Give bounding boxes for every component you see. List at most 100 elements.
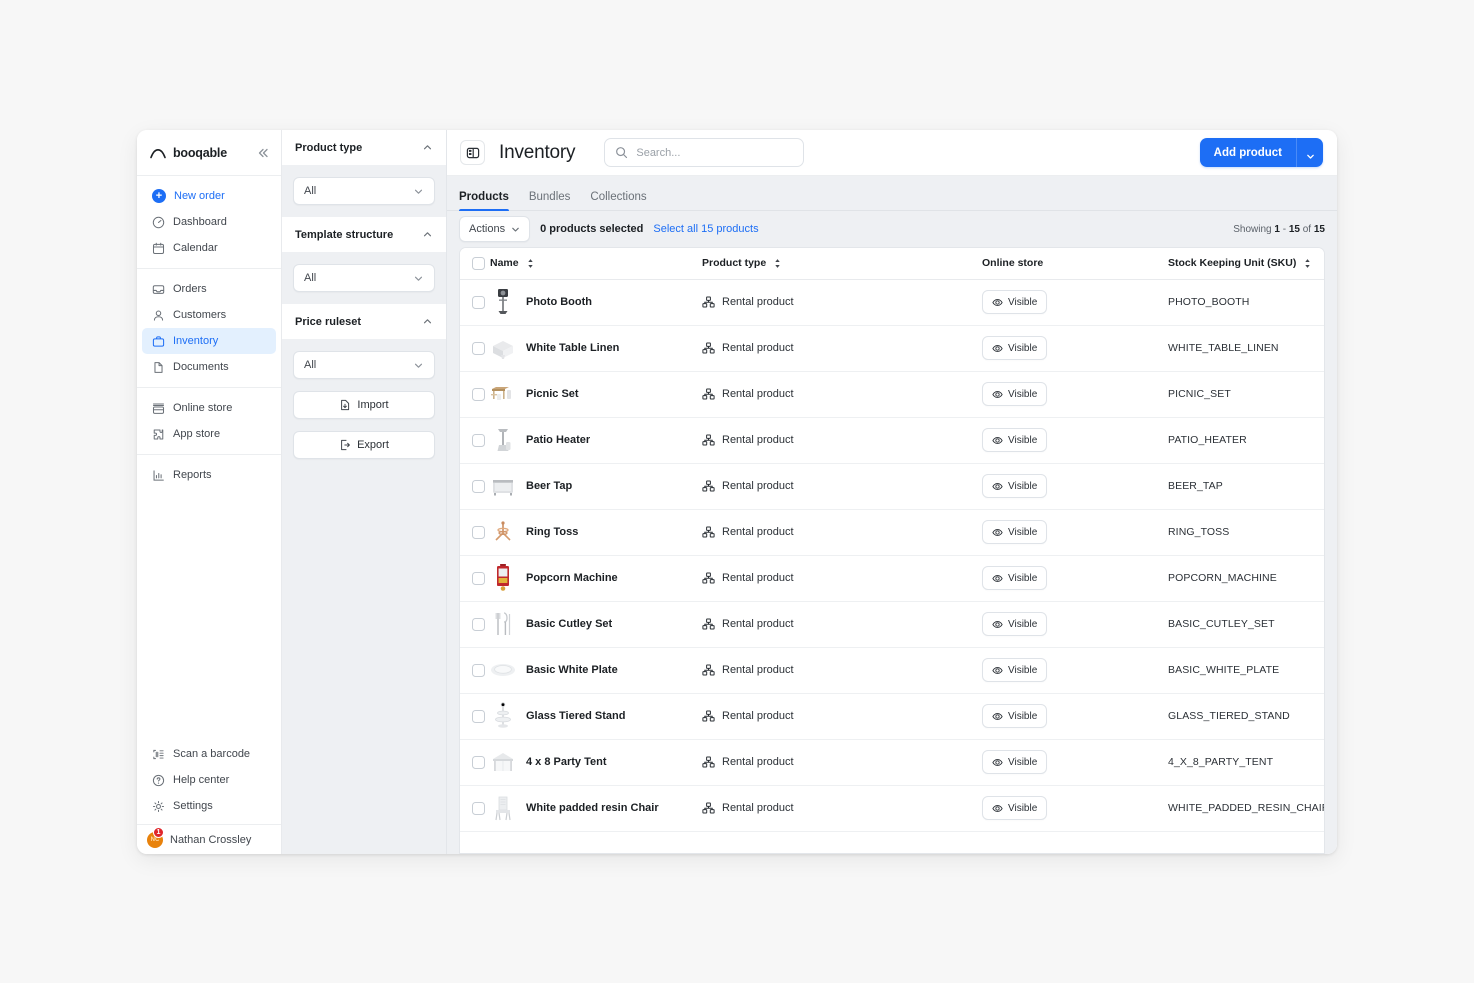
calendar-icon <box>152 242 165 255</box>
sidebar-item-label: Orders <box>173 283 207 295</box>
row-sku-cell: PHOTO_BOOTH <box>1168 279 1324 326</box>
sidebar-item-app-store[interactable]: App store <box>142 421 276 447</box>
sidebar-item-customers[interactable]: Customers <box>142 302 276 328</box>
table-row[interactable]: Patio Heater Rental product Visible PATIO_H… <box>460 417 1324 464</box>
visibility-badge[interactable]: Visible <box>982 796 1048 820</box>
search-box[interactable] <box>604 138 805 167</box>
row-product-type-cell: Rental product <box>702 279 982 326</box>
row-name-cell: Photo Booth <box>490 279 702 326</box>
import-button[interactable]: Import <box>293 391 435 419</box>
row-checkbox[interactable] <box>472 525 485 539</box>
tab-products[interactable]: Products <box>459 191 509 211</box>
sidebar-item-calendar[interactable]: Calendar <box>142 235 276 261</box>
panel-layout-icon[interactable] <box>460 140 485 165</box>
table-row[interactable]: Photo Booth Rental product Visible PHOTO_BO… <box>460 279 1324 326</box>
visibility-label: Visible <box>1008 296 1038 308</box>
visibility-badge[interactable]: Visible <box>982 428 1048 452</box>
row-checkbox[interactable] <box>472 801 485 815</box>
actions-button[interactable]: Actions <box>459 216 531 242</box>
sidebar-item-inventory[interactable]: Inventory <box>142 328 276 354</box>
sidebar-item-scan-barcode[interactable]: Scan a barcode <box>142 741 276 767</box>
row-online-store-cell: Visible <box>982 647 1168 694</box>
filter-header-product-type[interactable]: Product type <box>282 130 446 165</box>
select-value: All <box>304 185 317 197</box>
tab-collections[interactable]: Collections <box>590 191 646 210</box>
sidebar-item-label: Help center <box>173 774 230 786</box>
sidebar-item-new-order[interactable]: + New order <box>142 183 276 209</box>
row-select-cell <box>460 371 490 418</box>
visibility-label: Visible <box>1008 526 1038 538</box>
visibility-badge[interactable]: Visible <box>982 566 1048 590</box>
sidebar-item-label: Inventory <box>173 335 219 347</box>
row-checkbox[interactable] <box>472 709 485 723</box>
row-checkbox[interactable] <box>472 663 485 677</box>
row-checkbox[interactable] <box>472 433 485 447</box>
row-checkbox[interactable] <box>472 295 485 309</box>
visibility-badge[interactable]: Visible <box>982 750 1048 774</box>
product-type-select[interactable]: All <box>293 177 435 205</box>
product-name: Basic Cutley Set <box>526 618 613 630</box>
row-checkbox[interactable] <box>472 617 485 631</box>
price-ruleset-select[interactable]: All <box>293 351 435 379</box>
visibility-badge[interactable]: Visible <box>982 704 1048 728</box>
table-row[interactable]: Glass Tiered Stand Rental product Visible G… <box>460 693 1324 740</box>
row-checkbox[interactable] <box>472 341 485 355</box>
add-product-button[interactable]: Add product <box>1199 138 1297 167</box>
filter-header-template-structure[interactable]: Template structure <box>282 217 446 252</box>
sidebar-item-help-center[interactable]: Help center <box>142 767 276 793</box>
visibility-badge[interactable]: Visible <box>982 474 1048 498</box>
row-name-cell: Popcorn Machine <box>490 555 702 602</box>
table-row[interactable]: 4 x 8 Party Tent Rental product Visible 4_X… <box>460 739 1324 786</box>
sidebar-item-reports[interactable]: Reports <box>142 462 276 488</box>
row-name-cell: Beer Tap <box>490 463 702 510</box>
row-sku-cell: RING_TOSS <box>1168 509 1324 556</box>
visibility-badge[interactable]: Visible <box>982 290 1048 314</box>
table-row[interactable]: Beer Tap Rental product Visible BEER_TAP <box>460 463 1324 510</box>
barcode-scan-icon <box>152 748 165 761</box>
th-product-type[interactable]: Product type <box>702 248 982 280</box>
tab-bundles[interactable]: Bundles <box>529 191 571 210</box>
filter-header-price-ruleset[interactable]: Price ruleset <box>282 304 446 339</box>
row-checkbox[interactable] <box>472 755 485 769</box>
sidebar-item-orders[interactable]: Orders <box>142 276 276 302</box>
th-online-store: Online store <box>982 248 1168 280</box>
add-product-dropdown-button[interactable] <box>1297 138 1323 167</box>
table-row[interactable]: Basic Cutley Set Rental product Visible BAS… <box>460 601 1324 648</box>
visibility-badge[interactable]: Visible <box>982 612 1048 636</box>
table-row[interactable]: White Table Linen Rental product Visible WH… <box>460 325 1324 372</box>
select-all-checkbox[interactable] <box>472 256 485 270</box>
row-select-cell <box>460 785 490 832</box>
sidebar-item-documents[interactable]: Documents <box>142 354 276 380</box>
search-input[interactable] <box>636 146 794 159</box>
sidebar-item-dashboard[interactable]: Dashboard <box>142 209 276 235</box>
table-row[interactable]: Popcorn Machine Rental product Visible POPC… <box>460 555 1324 602</box>
template-structure-select[interactable]: All <box>293 264 435 292</box>
product-name: Basic White Plate <box>526 664 618 676</box>
row-product-type-cell: Rental product <box>702 693 982 740</box>
th-sku[interactable]: Stock Keeping Unit (SKU) <box>1168 248 1324 280</box>
table-row[interactable]: White padded resin Chair Rental product Vi… <box>460 785 1324 832</box>
storefront-icon <box>152 402 165 415</box>
chevrons-left-icon[interactable] <box>256 146 270 160</box>
th-name[interactable]: Name <box>490 248 702 280</box>
select-all-link[interactable]: Select all 15 products <box>653 223 758 235</box>
table-row[interactable]: Picnic Set Rental product Visible PICNIC_SE… <box>460 371 1324 418</box>
visibility-badge[interactable]: Visible <box>982 336 1048 360</box>
chevron-up-icon <box>422 142 433 153</box>
sidebar-item-online-store[interactable]: Online store <box>142 395 276 421</box>
visibility-badge[interactable]: Visible <box>982 658 1048 682</box>
sidebar-item-label: Dashboard <box>173 216 227 228</box>
row-checkbox[interactable] <box>472 571 485 585</box>
chevron-down-icon <box>413 360 424 371</box>
table-row[interactable]: Ring Toss Rental product Visible RING_TOSS <box>460 509 1324 556</box>
visibility-badge[interactable]: Visible <box>982 520 1048 544</box>
sidebar-user-row[interactable]: NC 1 Nathan Crossley <box>137 824 281 854</box>
export-button[interactable]: Export <box>293 431 435 459</box>
visibility-badge[interactable]: Visible <box>982 382 1048 406</box>
row-checkbox[interactable] <box>472 387 485 401</box>
ring-toss-thumb <box>490 517 516 547</box>
table-row[interactable]: Basic White Plate Rental product Visible BA… <box>460 647 1324 694</box>
filter-title: Template structure <box>295 228 394 241</box>
row-checkbox[interactable] <box>472 479 485 493</box>
sidebar-item-settings[interactable]: Settings <box>142 793 276 819</box>
